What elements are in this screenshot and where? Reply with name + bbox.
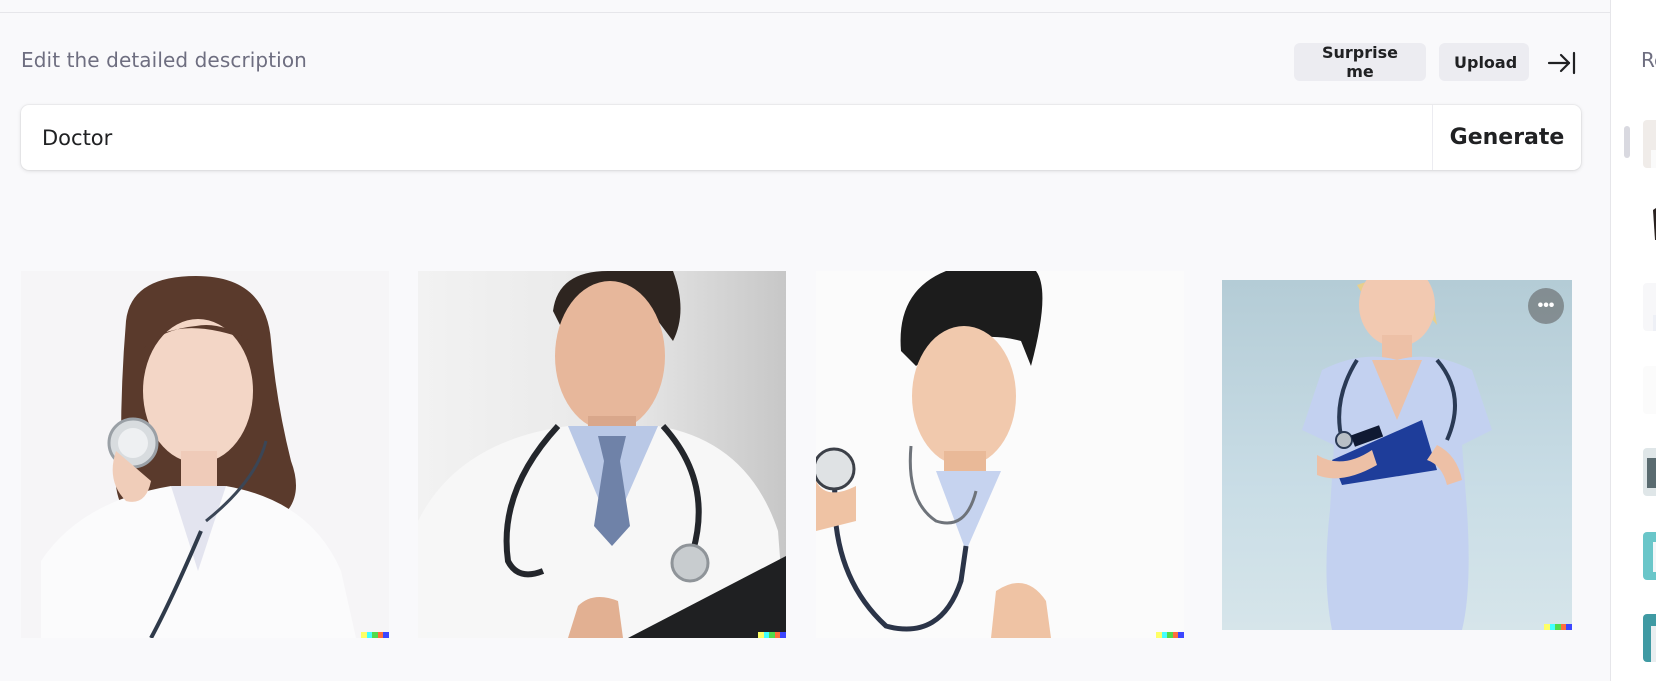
history-thumbnail[interactable] [1643, 532, 1656, 580]
result-image-4[interactable]: ••• [1222, 280, 1572, 630]
prompt-bar: Generate [21, 105, 1581, 170]
history-thumbnail[interactable] [1643, 614, 1656, 662]
doctor-photo-3 [816, 271, 1184, 638]
watermark [1544, 624, 1572, 630]
history-thumbnail[interactable] [1643, 200, 1656, 248]
nurse-photo-4 [1302, 280, 1492, 630]
editor-area: Edit the detailed description Surprise m… [0, 0, 1610, 681]
collapse-right-icon[interactable] [1547, 50, 1577, 76]
doctor-photo-1 [41, 276, 356, 638]
top-divider [0, 0, 1610, 13]
result-image-3[interactable] [816, 271, 1184, 638]
history-thumbnail-image [1653, 542, 1656, 572]
watermark [361, 632, 389, 638]
history-heading: Recents [1641, 48, 1656, 72]
more-options-icon[interactable]: ••• [1528, 288, 1564, 324]
generate-button[interactable]: Generate [1432, 105, 1581, 170]
history-thumbnail-image [1651, 626, 1656, 662]
history-thumbnail-image [1651, 150, 1656, 168]
surprise-me-button[interactable]: Surprise me [1294, 43, 1426, 81]
history-thumbnail-image [1643, 366, 1656, 414]
history-thumbnail[interactable] [1643, 448, 1656, 496]
history-thumbnail[interactable] [1643, 366, 1656, 414]
history-thumbnail[interactable] [1643, 283, 1656, 331]
upload-button[interactable]: Upload [1439, 43, 1529, 81]
history-thumbnail-image [1653, 315, 1656, 331]
history-thumbnail[interactable] [1643, 120, 1656, 168]
prompt-input[interactable] [21, 105, 1431, 170]
history-thumbnail-image [1647, 458, 1656, 488]
history-thumbnail-image [1653, 208, 1656, 240]
result-image-1[interactable] [21, 271, 389, 638]
result-image-2[interactable] [418, 271, 786, 638]
edit-description-heading: Edit the detailed description [21, 48, 307, 72]
history-scrollbar[interactable] [1624, 126, 1630, 158]
doctor-photo-2 [418, 271, 786, 638]
watermark [758, 632, 786, 638]
history-panel: Recents [1610, 0, 1656, 681]
watermark [1156, 632, 1184, 638]
